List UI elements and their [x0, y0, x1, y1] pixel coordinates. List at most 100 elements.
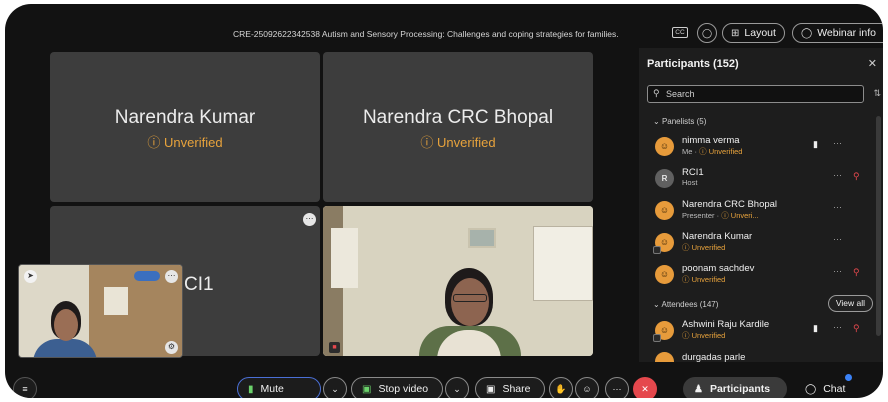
tile-status: ⓘ Unverified: [420, 135, 496, 150]
mute-button[interactable]: ▮ Mute: [237, 377, 321, 398]
more-options-icon[interactable]: ⋯: [833, 170, 842, 181]
meeting-window: CRE-25092622342538 Autism and Sensory Pr…: [5, 4, 883, 398]
unread-indicator: [845, 374, 852, 381]
participant-name: nimma verma: [682, 135, 740, 146]
camera-icon: ▣: [362, 383, 372, 395]
participant-row[interactable]: ☺ Ashwini Raju Kardile ⓘ Unverified ▮ ⋯ …: [653, 318, 873, 348]
device-badge: [653, 334, 661, 342]
participant-name: Ashwini Raju Kardile: [682, 319, 770, 330]
captions-button[interactable]: CC: [672, 27, 688, 38]
tile-name: Narendra CRC Bhopal: [362, 107, 554, 128]
participants-button[interactable]: ♟ Participants: [683, 377, 787, 398]
participant-meta: ⓘ Unverified: [682, 275, 726, 284]
search-field[interactable]: ⚲: [647, 85, 864, 103]
tile-more-icon[interactable]: ⋯: [303, 213, 316, 226]
participant-meta: ⓘ Unverified: [682, 243, 726, 252]
video-tile-narendra-crc-bhopal[interactable]: Narendra CRC Bhopal ⓘ Unverified: [323, 52, 593, 202]
panelists-group-toggle[interactable]: ⌄ Panelists (5): [653, 117, 706, 126]
menu-icon[interactable]: ≡: [13, 377, 37, 398]
raise-hand-icon[interactable]: ✋: [549, 377, 573, 398]
view-all-button[interactable]: View all: [827, 295, 873, 312]
chat-label: Chat: [823, 383, 846, 395]
share-button[interactable]: ▣ Share: [475, 377, 545, 398]
more-options-icon[interactable]: ⋯: [833, 138, 842, 149]
participants-title: Participants (152): [647, 58, 739, 70]
participant-row[interactable]: ☺ nimma verma Me · ⓘ Unverified ▮ ⋯: [653, 134, 873, 164]
device-badge: [653, 246, 661, 254]
leave-meeting-icon[interactable]: ✕: [633, 377, 657, 398]
pin-icon[interactable]: ➤: [24, 270, 37, 283]
meeting-title: CRE-25092622342538 Autism and Sensory Pr…: [233, 29, 619, 39]
mute-options-chevron-icon[interactable]: ⌄: [323, 377, 347, 398]
participant-row[interactable]: durgadas parle: [653, 349, 873, 362]
more-options-icon[interactable]: ⋯: [833, 202, 842, 213]
avatar-initial: R: [655, 169, 674, 188]
glasses: [453, 294, 487, 302]
layout-button[interactable]: ⊞ Layout: [722, 23, 785, 43]
muted-mic-icon[interactable]: ⚲: [853, 171, 860, 182]
more-options-icon[interactable]: ⋯: [833, 234, 842, 245]
participants-label: Participants: [709, 383, 771, 395]
more-options-icon[interactable]: ⋯: [605, 377, 629, 398]
self-view-more-icon[interactable]: ⋯: [165, 270, 178, 283]
participant-name: poonam sachdev: [682, 263, 755, 274]
participant-role: Host: [682, 178, 698, 187]
grid-icon: ⊞: [731, 27, 740, 39]
tile-name: CI1: [184, 274, 214, 295]
sort-icon[interactable]: ⇅: [873, 88, 881, 99]
zoom-icon[interactable]: ◯: [697, 23, 717, 43]
wall-poster: [533, 226, 593, 301]
muted-mic-icon[interactable]: ⚲: [853, 323, 860, 334]
stop-video-label: Stop video: [378, 383, 429, 395]
participant-name: durgadas parle: [682, 352, 746, 362]
participant-row[interactable]: ☺ Narendra Kumar ⓘ Unverified ⋯: [653, 230, 873, 260]
attendees-group-toggle[interactable]: ⌄ Attendees (147): [653, 300, 718, 309]
participants-panel: Participants (152) ✕ ⚲ ⇅ ⌄ Panelists (5)…: [639, 48, 883, 362]
person-icon: ☺: [655, 137, 674, 156]
self-face: [54, 309, 78, 341]
video-tile-speaker[interactable]: ■: [323, 206, 593, 356]
more-options-icon[interactable]: ⋯: [833, 322, 842, 333]
share-screen-icon: ▣: [486, 383, 496, 395]
shield-icon: ◯: [801, 27, 813, 39]
person-icon: [655, 352, 674, 362]
blue-object: [134, 271, 160, 281]
wall-notice: [104, 287, 128, 315]
share-label: Share: [502, 383, 531, 395]
muted-badge-icon: ■: [329, 342, 340, 353]
tile-name: Narendra Kumar: [114, 107, 256, 128]
participant-meta: ⓘ Unverified: [682, 331, 726, 340]
person-icon: ☺: [655, 265, 674, 284]
participant-row[interactable]: ☺ poonam sachdev ⓘ Unverified ⋯ ⚲: [653, 262, 873, 292]
panel-scrollbar[interactable]: [876, 116, 881, 336]
self-view-video[interactable]: ➤ ⋯ ⚙: [18, 264, 183, 358]
person-icon: ☺: [653, 321, 674, 342]
person-icon: ☺: [655, 201, 674, 220]
participant-name: Narendra Kumar: [682, 231, 753, 242]
reactions-icon[interactable]: ☺: [575, 377, 599, 398]
more-options-icon[interactable]: ⋯: [833, 266, 842, 277]
microphone-icon[interactable]: ▮: [813, 139, 818, 150]
stop-video-button[interactable]: ▣ Stop video: [351, 377, 443, 398]
close-icon[interactable]: ✕: [868, 57, 877, 70]
self-view-settings-icon[interactable]: ⚙: [165, 341, 178, 354]
video-options-chevron-icon[interactable]: ⌄: [445, 377, 469, 398]
webinar-info-label: Webinar info: [817, 27, 876, 39]
search-icon: ⚲: [653, 88, 660, 98]
participant-row[interactable]: ☺ Narendra CRC Bhopal Presenter · ⓘ Unve…: [653, 198, 873, 228]
microphone-icon[interactable]: ▮: [813, 323, 818, 334]
search-input[interactable]: [666, 87, 856, 101]
microphone-icon: ▮: [248, 383, 254, 395]
mute-label: Mute: [260, 383, 284, 395]
participant-row[interactable]: R RCI1 Host ⋯ ⚲: [653, 166, 873, 196]
webinar-info-button[interactable]: ◯ Webinar info: [792, 23, 883, 43]
chat-bubble-icon: ◯: [805, 383, 817, 395]
muted-mic-icon[interactable]: ⚲: [853, 267, 860, 278]
speaker-face: [451, 278, 489, 326]
participant-meta: Presenter · ⓘ Unveri...: [682, 211, 759, 220]
wall-chart: [331, 228, 358, 288]
participant-name: RCI1: [682, 167, 704, 178]
participant-name: Narendra CRC Bhopal: [682, 199, 778, 210]
video-tile-narendra-kumar[interactable]: Narendra Kumar ⓘ Unverified: [50, 52, 320, 202]
participant-meta: Me · ⓘ Unverified: [682, 147, 743, 156]
